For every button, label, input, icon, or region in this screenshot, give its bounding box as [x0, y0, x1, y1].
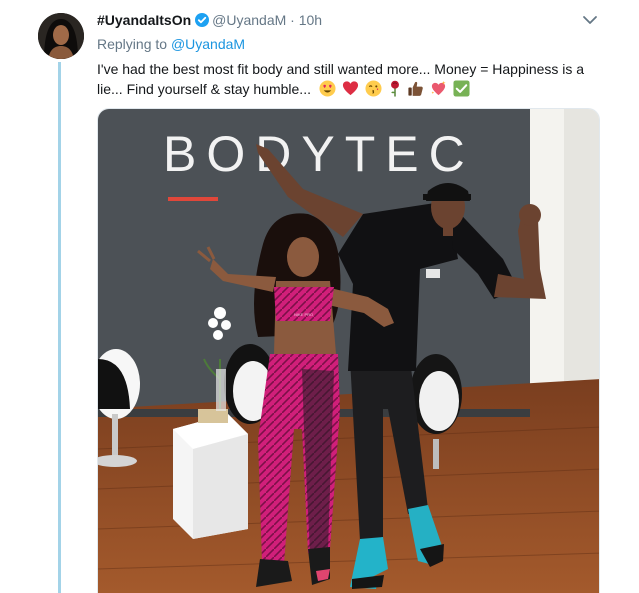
check-mark-emoji: [453, 80, 470, 97]
emoji-row: [319, 80, 472, 102]
tweet-photo: BODYTEC NIKE PRO: [98, 109, 599, 593]
avatar[interactable]: [38, 13, 84, 59]
bodytec-sign: BODYTEC: [163, 126, 475, 182]
replying-to-link[interactable]: @UyandaM: [171, 36, 245, 52]
tweet-text: I've had the best most fit body and stil…: [97, 59, 597, 102]
bra-logo: NIKE PRO: [294, 312, 313, 317]
replying-prefix: Replying to: [97, 36, 168, 52]
kiss-emoji: [365, 80, 382, 97]
thumbs-up-emoji: [408, 81, 424, 96]
sparkling-heart-emoji: [431, 80, 446, 96]
rose-emoji: [390, 80, 399, 97]
chevron-down-icon[interactable]: [580, 12, 600, 28]
tweet-media[interactable]: BODYTEC NIKE PRO: [97, 108, 600, 593]
verified-badge-icon: [195, 13, 210, 31]
handle[interactable]: @UyandaM: [212, 12, 286, 28]
separator-dot: ·: [290, 12, 295, 28]
avatar-image: [38, 13, 84, 59]
tweet-header: #UyandaItsOn @UyandaM · 10h: [97, 11, 599, 31]
display-name[interactable]: #UyandaItsOn: [97, 12, 191, 28]
red-heart-emoji: [342, 81, 358, 96]
heart-eyes-emoji: [319, 80, 336, 97]
replying-to: Replying to @UyandaM: [97, 35, 245, 53]
thread-line: [58, 62, 61, 593]
timestamp[interactable]: 10h: [299, 12, 322, 28]
